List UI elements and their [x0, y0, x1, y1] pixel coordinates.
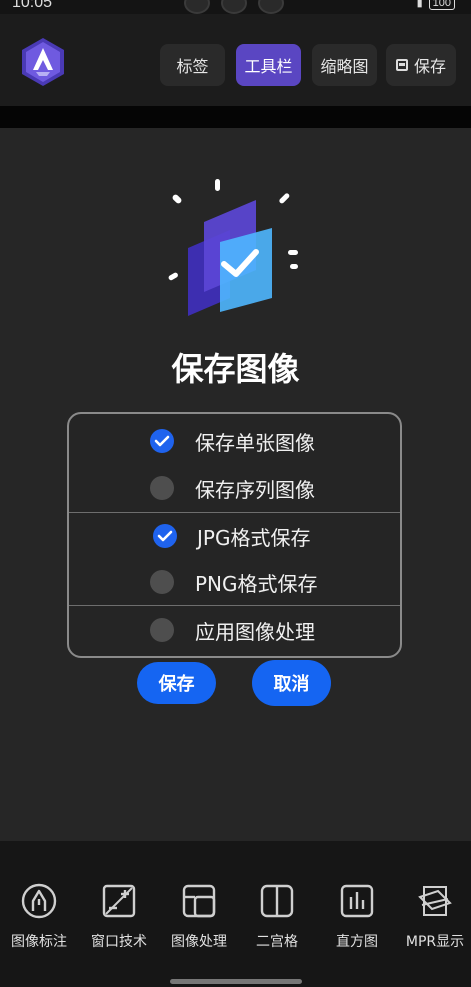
option-save-single[interactable]: 保存单张图像	[69, 418, 400, 464]
header: 标签 工具栏 缩略图 保存	[0, 14, 471, 106]
viewport-strip	[0, 106, 471, 128]
battery-icon: 100	[428, 0, 455, 10]
tab-thumbnails[interactable]: 缩略图	[312, 44, 377, 86]
unchecked-icon[interactable]	[150, 570, 174, 594]
tool-label: 图像标注	[11, 934, 67, 950]
home-indicator[interactable]	[170, 979, 302, 984]
app-logo	[22, 38, 64, 86]
option-png-format[interactable]: PNG格式保存	[69, 559, 400, 605]
image-processing-icon	[182, 884, 216, 918]
tab-labels[interactable]: 标签	[160, 44, 225, 86]
status-bar: 10:05 ▮ 100	[0, 0, 471, 14]
tool-mpr[interactable]: MPR显示	[395, 883, 471, 951]
tool-two-grid[interactable]: 二宫格	[237, 883, 317, 951]
option-label: JPG格式保存	[197, 525, 311, 550]
tool-histogram[interactable]: 直方图	[317, 883, 397, 951]
tool-label: 窗口技术	[91, 934, 147, 950]
option-apply-processing[interactable]: 应用图像处理	[69, 607, 400, 653]
cancel-button[interactable]: 取消	[252, 660, 331, 706]
camera-icon	[258, 0, 284, 14]
option-save-series[interactable]: 保存序列图像	[69, 465, 400, 511]
option-label: 应用图像处理	[195, 619, 315, 644]
checked-icon[interactable]	[153, 524, 177, 548]
status-time: 10:05	[12, 0, 53, 11]
annotation-pen-icon	[21, 883, 57, 919]
save-button[interactable]: 保存	[137, 662, 216, 704]
mpr-icon	[418, 886, 452, 916]
save-image-illustration-icon	[168, 179, 298, 316]
tab-label: 标签	[176, 57, 209, 76]
tool-label: 直方图	[336, 934, 378, 950]
camera-icon	[184, 0, 210, 14]
tab-label: 缩略图	[320, 57, 369, 76]
tab-label: 保存	[413, 57, 446, 76]
divider	[69, 605, 400, 606]
tab-toolbar[interactable]: 工具栏	[236, 44, 301, 86]
option-jpg-format[interactable]: JPG格式保存	[69, 513, 400, 559]
histogram-icon	[340, 884, 374, 918]
tab-label: 工具栏	[244, 57, 293, 76]
tool-label: MPR显示	[405, 934, 465, 950]
dialog-title: 保存图像	[171, 350, 300, 388]
tool-image-processing[interactable]: 图像处理	[159, 883, 239, 951]
tool-label: 二宫格	[256, 934, 298, 950]
tool-label: 图像处理	[171, 934, 227, 950]
two-grid-icon	[260, 884, 294, 918]
tool-annotation[interactable]: 图像标注	[0, 883, 79, 951]
option-label: PNG格式保存	[195, 571, 318, 596]
unchecked-icon[interactable]	[150, 476, 174, 500]
save-options: 保存单张图像 保存序列图像 JPG格式保存 PNG格式保存 应用图像处理	[67, 412, 402, 658]
option-label: 保存单张图像	[195, 430, 315, 455]
unchecked-icon[interactable]	[150, 618, 174, 642]
save-icon	[395, 59, 408, 71]
checked-icon[interactable]	[150, 429, 174, 453]
window-level-icon	[102, 884, 136, 918]
status-indicators: ▮ 100	[417, 0, 455, 10]
tool-window-level[interactable]: 窗口技术	[79, 883, 159, 951]
option-label: 保存序列图像	[195, 477, 315, 502]
bottom-toolbar: 图像标注 窗口技术 图像处理 二宫格 直方图 MPR显示	[0, 841, 471, 987]
camera-icon	[221, 0, 247, 14]
tab-save[interactable]: 保存	[386, 44, 456, 86]
